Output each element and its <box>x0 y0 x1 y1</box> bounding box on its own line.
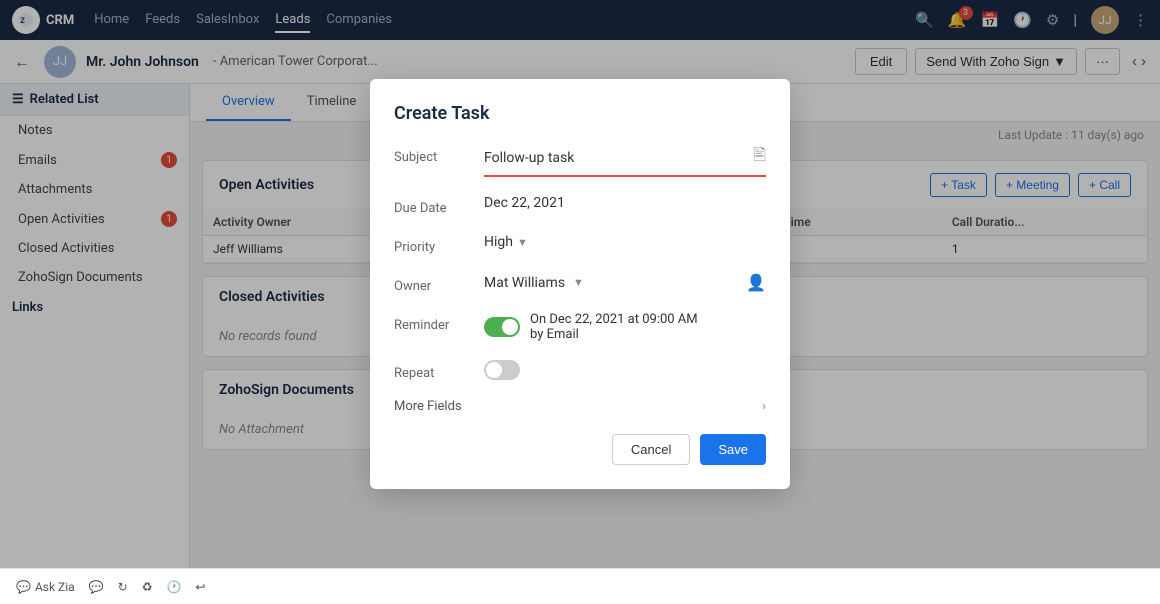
modal-owner-field: Owner Mat Williams ▼ 👤 <box>394 273 766 294</box>
repeat-toggle-knob <box>486 362 502 378</box>
owner-chevron-icon: ▼ <box>573 276 584 289</box>
zia-icon: 💬 <box>16 580 31 594</box>
modal-repeat-input <box>484 360 766 380</box>
modal-due-date-input[interactable]: Dec 22, 2021 <box>484 195 766 211</box>
modal-priority-input[interactable]: High ▼ <box>484 234 766 250</box>
toggle-knob <box>502 319 518 335</box>
cancel-button[interactable]: Cancel <box>612 434 690 465</box>
modal-reminder-value: On Dec 22, 2021 at 09:00 AM <box>530 312 698 327</box>
history-icon-btn[interactable]: ↩ <box>195 580 205 594</box>
reminder-text-block: On Dec 22, 2021 at 09:00 AM by Email <box>530 312 698 342</box>
modal-footer: Cancel Save <box>394 434 766 465</box>
modal-more-label: More Fields <box>394 399 462 414</box>
modal-reminder-by: by Email <box>530 327 698 342</box>
bottom-bar: 💬 Ask Zia 💬 ↻ ♻ 🕐 ↩ <box>0 568 1160 604</box>
modal-subject-row: Follow-up task 🖹 <box>484 144 766 177</box>
modal-subject-label: Subject <box>394 144 484 165</box>
save-button[interactable]: Save <box>700 434 766 465</box>
modal-reminder-row: On Dec 22, 2021 at 09:00 AM by Email <box>484 312 766 342</box>
modal-owner-label: Owner <box>394 273 484 294</box>
modal-repeat-label: Repeat <box>394 360 484 381</box>
modal-owner-input[interactable]: Mat Williams ▼ 👤 <box>484 273 766 292</box>
modal-owner-value: Mat Williams <box>484 275 565 291</box>
create-task-modal: Create Task Subject Follow-up task 🖹 Due… <box>370 79 790 489</box>
modal-subject-text[interactable]: Follow-up task <box>484 150 745 166</box>
modal-reminder-field: Reminder On Dec 22, 2021 at 09:00 AM by … <box>394 312 766 342</box>
chat-icon-btn[interactable]: 💬 <box>89 580 104 594</box>
modal-subject-icon: 🖹 <box>753 144 766 171</box>
refresh-icon-btn[interactable]: ↻ <box>118 580 128 594</box>
modal-priority-label: Priority <box>394 234 484 255</box>
priority-chevron-icon: ▼ <box>517 236 528 249</box>
modal-due-date-label: Due Date <box>394 195 484 216</box>
more-fields-chevron-icon: › <box>762 399 766 414</box>
modal-owner-row: Mat Williams ▼ 👤 <box>484 273 766 292</box>
translate-icon-btn[interactable]: ♻ <box>142 580 153 594</box>
modal-title: Create Task <box>394 103 766 124</box>
modal-overlay: Create Task Subject Follow-up task 🖹 Due… <box>0 0 1160 568</box>
modal-repeat-field: Repeat <box>394 360 766 381</box>
reminder-toggle[interactable] <box>484 317 520 337</box>
modal-subject-field: Subject Follow-up task 🖹 <box>394 144 766 177</box>
repeat-toggle[interactable] <box>484 360 520 380</box>
ask-zia-label: Ask Zia <box>35 580 75 594</box>
modal-priority-value: High <box>484 234 513 250</box>
modal-priority-field: Priority High ▼ <box>394 234 766 255</box>
modal-reminder-input: On Dec 22, 2021 at 09:00 AM by Email <box>484 312 766 342</box>
modal-due-date-value: Dec 22, 2021 <box>484 195 565 211</box>
clock-icon-btn[interactable]: 🕐 <box>166 580 181 594</box>
modal-due-date-field: Due Date Dec 22, 2021 <box>394 195 766 216</box>
modal-more-fields[interactable]: More Fields › <box>394 399 766 414</box>
owner-person-icon: 👤 <box>746 273 766 292</box>
modal-subject-input-area: Follow-up task 🖹 <box>484 144 766 177</box>
modal-priority-row: High ▼ <box>484 234 766 250</box>
ask-zia[interactable]: 💬 Ask Zia <box>16 580 75 594</box>
modal-reminder-label: Reminder <box>394 312 484 333</box>
